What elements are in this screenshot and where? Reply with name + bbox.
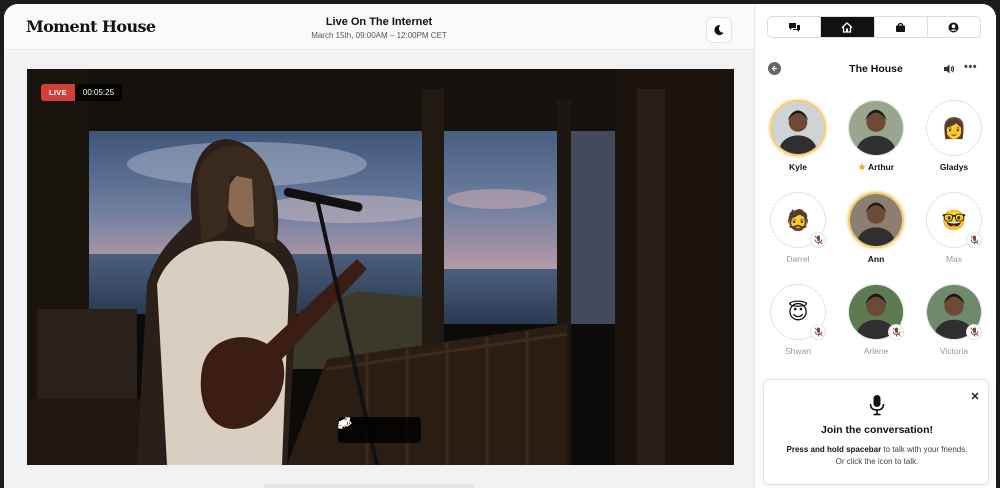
fullscreen-button[interactable] (338, 417, 416, 439)
avatar[interactable] (848, 100, 904, 156)
avatar[interactable] (926, 284, 982, 340)
more-options-button[interactable]: ••• (964, 61, 977, 73)
event-title: Live On The Internet (325, 16, 433, 28)
participant-name-text: Shwan (785, 346, 811, 356)
avatar-emoji: 😇 (787, 300, 809, 324)
participant-name: Darrel (763, 254, 833, 264)
join-instructions: Press and hold spacebar to talk with you… (782, 444, 972, 468)
avatar-emoji: 🤓 (941, 208, 967, 232)
participant-max[interactable]: 🤓 Max (919, 192, 989, 264)
page-scrollbar[interactable] (264, 484, 474, 488)
stage-area: LIVE 00:05:25 (4, 51, 754, 488)
avatar[interactable] (848, 284, 904, 340)
participant-name-text: Arlene (863, 346, 889, 356)
mic-icon[interactable] (868, 394, 886, 421)
side-panel: The House ••• Kyle ★ Arthur 👩 Gladys 🧔 Darrel A… (754, 4, 996, 488)
participant-shwan[interactable]: 😇 Shwan (763, 284, 833, 356)
room-header: The House ••• (755, 58, 996, 80)
close-card-button[interactable]: ✕ (967, 388, 983, 404)
tab-home[interactable] (821, 17, 875, 37)
tab-merch[interactable] (874, 17, 928, 37)
theme-toggle-button[interactable] (706, 17, 732, 43)
room-title: The House (849, 63, 903, 75)
live-label: LIVE (41, 84, 75, 101)
participant-name: Shwan (763, 346, 833, 356)
participant-name-text: Ann (867, 254, 885, 264)
avatar[interactable]: 👩 (926, 100, 982, 156)
participant-name-text: Gladys (939, 162, 969, 172)
speaker-icon (944, 64, 955, 74)
avatar-photo (850, 194, 902, 246)
profile-icon (948, 22, 959, 32)
join-instructions-bold: Press and hold spacebar (786, 445, 882, 454)
chat-icon (788, 22, 800, 32)
avatar[interactable] (770, 100, 826, 156)
tab-profile[interactable] (927, 17, 980, 37)
participant-name-text: Victoria (939, 346, 969, 356)
mic-off-icon (810, 232, 826, 248)
app-window: Moment House Live On The Internet March … (4, 4, 996, 488)
participant-name-text: Arthur (868, 162, 895, 172)
bag-icon (896, 22, 906, 32)
star-icon: ★ (857, 162, 867, 172)
top-bar: Moment House Live On The Internet March … (4, 4, 754, 50)
participant-name: Ann (841, 254, 911, 264)
participant-darrel[interactable]: 🧔 Darrel (763, 192, 833, 264)
fullscreen-icon (338, 417, 350, 429)
join-conversation-card: ✕ Join the conversation! Press and hold … (763, 379, 989, 485)
participant-arlene[interactable]: Arlene (841, 284, 911, 356)
panel-nav (767, 16, 981, 38)
avatar-photo (772, 102, 824, 154)
avatar-emoji: 🧔 (785, 208, 811, 232)
participant-name: Kyle (763, 162, 833, 172)
home-icon (841, 21, 853, 33)
participant-name: Victoria (919, 346, 989, 356)
avatar-emoji: 👩 (941, 116, 967, 140)
avatar[interactable]: 😇 (770, 284, 826, 340)
hide-video-button[interactable] (338, 417, 388, 439)
participant-name-text: Max (945, 254, 963, 264)
participant-arthur[interactable]: ★ Arthur (841, 100, 911, 173)
moon-icon (714, 25, 724, 36)
video-controls (338, 417, 421, 443)
avatar[interactable]: 🧔 (770, 192, 826, 248)
participant-name-text: Darrel (786, 254, 810, 264)
participant-gladys[interactable]: 👩 Gladys (919, 100, 989, 172)
video-frame (27, 69, 734, 465)
participant-victoria[interactable]: Victoria (919, 284, 989, 356)
tab-chat[interactable] (768, 17, 822, 37)
video-player[interactable]: LIVE 00:05:25 (27, 69, 734, 465)
event-time: March 15th, 09:00AM – 12:00PM CET (311, 31, 447, 40)
participant-name: Max (919, 254, 989, 264)
avatar-photo (849, 101, 903, 155)
participant-kyle[interactable]: Kyle (763, 100, 833, 172)
participant-ann[interactable]: Ann (841, 192, 911, 264)
elapsed-timer: 00:05:25 (82, 88, 115, 97)
mic-off-icon (966, 324, 982, 340)
mic-off-icon (810, 324, 826, 340)
avatar[interactable]: 🤓 (926, 192, 982, 248)
live-badge: LIVE 00:05:25 (41, 84, 123, 101)
mic-off-icon (966, 232, 982, 248)
avatar[interactable] (848, 192, 904, 248)
join-title: Join the conversation! (820, 424, 934, 436)
room-volume-button[interactable] (943, 62, 956, 80)
participant-name: ★ Arthur (841, 162, 911, 173)
mic-off-icon (888, 324, 904, 340)
participant-name: Gladys (919, 162, 989, 172)
participant-name: Arlene (841, 346, 911, 356)
participant-name-text: Kyle (789, 162, 807, 172)
